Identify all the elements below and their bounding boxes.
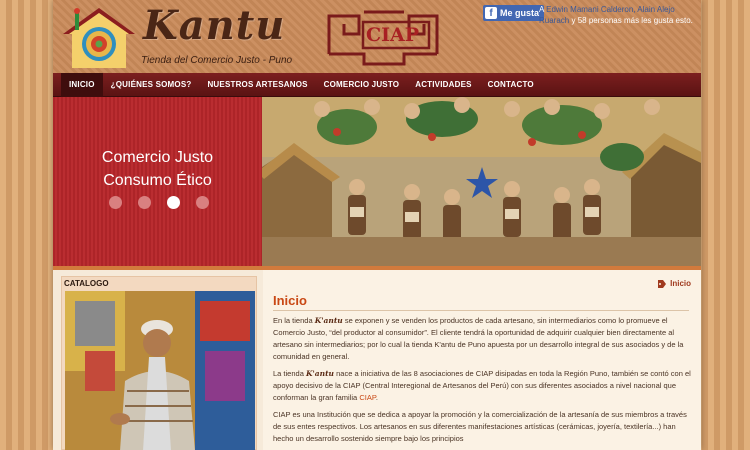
p1-text-a: En la tienda	[273, 316, 313, 325]
slider-dot-3[interactable]	[167, 196, 180, 209]
kantu-house-logo-icon[interactable]	[59, 4, 139, 70]
article-paragraph-2: La tienda K'antu nace a iniciativa de la…	[273, 368, 691, 404]
article-paragraph-1: En la tienda K'antu se exponen y se vend…	[273, 315, 691, 363]
p2-text-a: La tienda	[273, 369, 304, 378]
catalog-image-artisan[interactable]	[65, 291, 255, 450]
p2-text-b: nace a iniciativa de las 8 asociaciones …	[273, 369, 691, 402]
breadcrumb: Inicio	[658, 279, 691, 288]
main-content: Inicio Inicio En la tienda K'antu se exp…	[263, 270, 701, 450]
tag-icon	[658, 279, 667, 288]
facebook-like-label: Me gusta	[500, 8, 540, 18]
slider-caption-line2: Consumo Ético	[103, 172, 212, 189]
slider-image-ceramic-nativity[interactable]	[262, 97, 701, 266]
site-header: Kantu Tienda del Comercio Justo - Puno C…	[53, 0, 701, 73]
catalog-title: CATALOGO	[64, 279, 109, 288]
slider-caption-panel: Comercio Justo Consumo Ético	[53, 97, 262, 266]
p2-brand-name: K'antu	[305, 369, 335, 378]
ciap-link[interactable]: CIAP	[359, 393, 376, 402]
facebook-like-button[interactable]: f Me gusta	[483, 5, 545, 21]
breadcrumb-current[interactable]: Inicio	[670, 279, 691, 288]
facebook-icon: f	[485, 7, 497, 19]
nav-item-comercio-justo[interactable]: COMERCIO JUSTO	[316, 73, 408, 97]
slider-dot-4[interactable]	[196, 196, 209, 209]
nav-item-inicio[interactable]: INICIO	[61, 72, 103, 97]
slider-dot-2[interactable]	[138, 196, 151, 209]
ciap-logo-text: CIAP	[366, 24, 420, 46]
slider-caption-line1: Comercio Justo	[101, 149, 214, 166]
facebook-social-text: A Edwin Mamani Calderon, Alain Alejo Rua…	[539, 4, 701, 26]
site-logo-subtitle: Tienda del Comercio Justo - Puno	[141, 55, 293, 66]
slider-pagination	[109, 196, 209, 209]
facebook-prefix: A	[539, 5, 544, 14]
article-paragraph-3: CIAP es una Institución que se dedica a …	[273, 410, 687, 443]
page-title: Inicio	[273, 293, 307, 308]
nav-item-actividades[interactable]: ACTIVIDADES	[407, 73, 479, 97]
main-nav: INICIO ¿QUIÉNES SOMOS? NUESTROS ARTESANO…	[53, 72, 701, 97]
p2-text-c: .	[375, 393, 378, 402]
article-body: En la tienda K'antu se exponen y se vend…	[273, 315, 691, 450]
title-divider	[273, 310, 689, 311]
slider-dot-1[interactable]	[109, 196, 122, 209]
page-container: Kantu Tienda del Comercio Justo - Puno C…	[53, 0, 701, 450]
nav-item-contacto[interactable]: CONTACTO	[480, 73, 542, 97]
p1-brand-name: K'antu	[314, 316, 343, 325]
nav-item-quienes-somos[interactable]: ¿QUIÉNES SOMOS?	[103, 73, 200, 97]
catalog-sidebar: CATALOGO	[61, 276, 257, 450]
nav-item-nuestros-artesanos[interactable]: NUESTROS ARTESANOS	[199, 73, 315, 97]
site-logo-title[interactable]: Kantu	[143, 2, 285, 49]
facebook-suffix: y 58 personas más les gusta esto.	[571, 16, 693, 25]
